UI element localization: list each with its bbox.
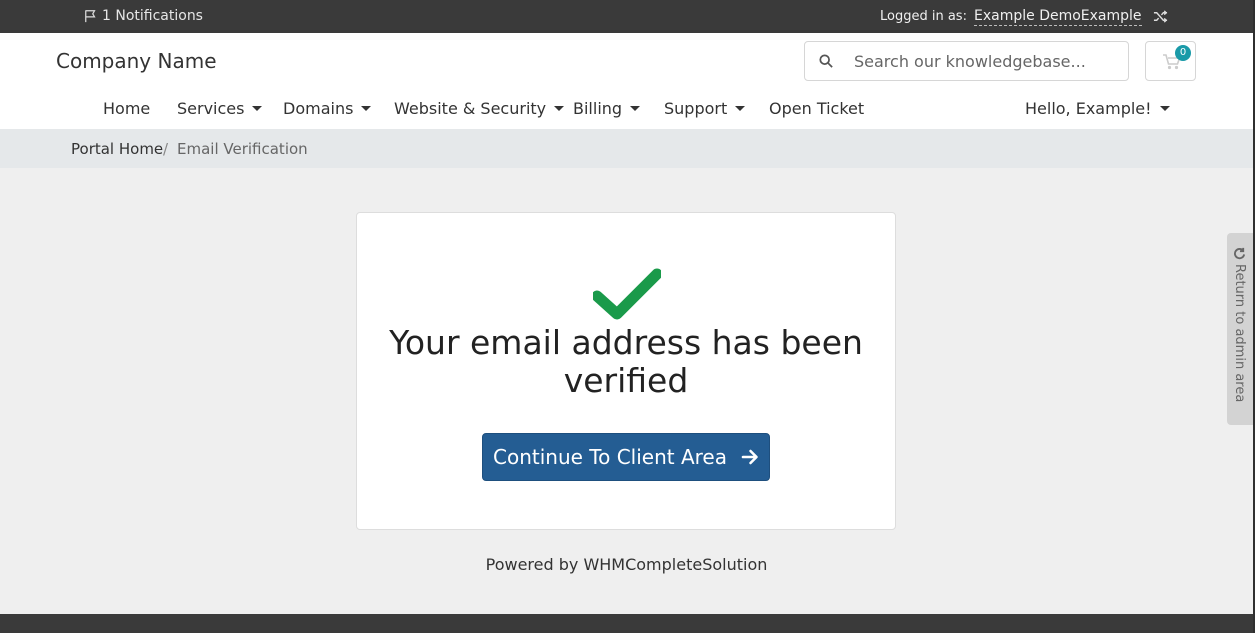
logged-in-user-link[interactable]: Example DemoExample: [974, 8, 1142, 26]
notifications-link[interactable]: 1 Notifications: [84, 8, 203, 24]
nav-home[interactable]: Home: [103, 99, 150, 118]
page-footer: [0, 614, 1253, 633]
nav-website-security[interactable]: Website & Security: [394, 99, 565, 118]
flag-icon: [85, 10, 96, 23]
logged-in-label: Logged in as:: [880, 9, 967, 24]
nav-open-ticket[interactable]: Open Ticket: [769, 99, 864, 118]
checkmark-icon: [593, 268, 661, 320]
breadcrumb: Portal Home / Email Verification: [0, 129, 1253, 168]
shuffle-icon[interactable]: [1153, 9, 1168, 24]
continue-to-client-area-button[interactable]: Continue To Client Area: [482, 433, 770, 481]
verification-heading: Your email address has been verified: [389, 323, 863, 400]
verification-card: Your email address has been verified Con…: [356, 212, 896, 530]
notifications-label: 1 Notifications: [102, 8, 203, 24]
caret-down-icon: [630, 106, 641, 111]
nav-services[interactable]: Services: [177, 99, 263, 118]
nav-account-menu[interactable]: Hello, Example!: [1025, 99, 1170, 118]
nav-website-security-label: Website & Security: [394, 99, 547, 118]
caret-down-icon: [1159, 106, 1170, 111]
brand-logo-text[interactable]: Company Name: [56, 49, 217, 73]
return-to-admin-label: Return to admin area: [1232, 264, 1247, 403]
main-nav: Home Services Domains Website & Security…: [0, 99, 1253, 125]
caret-down-icon: [252, 106, 263, 111]
breadcrumb-current: Email Verification: [177, 140, 308, 158]
undo-icon: [1234, 247, 1246, 260]
nav-support[interactable]: Support: [664, 99, 746, 118]
nav-support-label: Support: [664, 99, 728, 118]
breadcrumb-home-link[interactable]: Portal Home: [71, 140, 163, 158]
caret-down-icon: [735, 106, 746, 111]
account-greeting: Hello, Example!: [1025, 99, 1152, 118]
nav-open-ticket-label: Open Ticket: [769, 99, 865, 118]
powered-by-link[interactable]: WHMCompleteSolution: [583, 555, 767, 574]
cart-button[interactable]: 0: [1145, 41, 1196, 81]
nav-home-label: Home: [103, 99, 151, 118]
cart-count-badge: 0: [1175, 45, 1191, 61]
arrow-right-icon: [741, 449, 758, 465]
nav-domains[interactable]: Domains: [283, 99, 372, 118]
powered-by-prefix: Powered by: [485, 555, 579, 574]
nav-domains-label: Domains: [283, 99, 354, 118]
caret-down-icon: [361, 106, 372, 111]
site-header: Company Name Search our knowledgebase...…: [0, 33, 1253, 129]
search-icon: [819, 54, 833, 68]
return-to-admin-tab[interactable]: Return to admin area: [1227, 233, 1253, 425]
breadcrumb-separator: /: [163, 140, 169, 158]
continue-button-label: Continue To Client Area: [493, 445, 727, 469]
knowledgebase-search-input[interactable]: Search our knowledgebase...: [804, 41, 1129, 81]
powered-by-text: Powered by WHMCompleteSolution: [0, 555, 1253, 574]
nav-billing-label: Billing: [573, 99, 623, 118]
caret-down-icon: [554, 106, 565, 111]
nav-services-label: Services: [177, 99, 245, 118]
top-bar: 1 Notifications Logged in as: Example De…: [0, 0, 1253, 33]
nav-billing[interactable]: Billing: [573, 99, 641, 118]
search-placeholder: Search our knowledgebase...: [854, 52, 1086, 71]
